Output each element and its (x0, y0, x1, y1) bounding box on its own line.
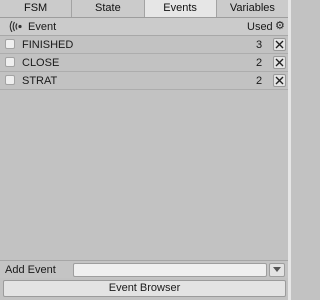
delete-event-button[interactable] (273, 38, 286, 51)
event-name: CLOSE (22, 57, 60, 69)
close-icon (275, 40, 284, 49)
list-item[interactable]: CLOSE 2 (0, 54, 288, 72)
panel-edge (288, 0, 291, 300)
list-item[interactable]: STRAT 2 (0, 72, 288, 90)
add-event-dropdown[interactable] (269, 263, 285, 277)
event-global-checkbox[interactable] (5, 57, 15, 67)
events-header: Event Used ⚙ (0, 18, 288, 36)
event-name: STRAT (22, 75, 58, 87)
add-event-bar: Add Event (0, 260, 288, 278)
delete-event-button[interactable] (273, 56, 286, 69)
tab-variables[interactable]: Variables (217, 0, 288, 17)
delete-event-button[interactable] (273, 74, 286, 87)
event-global-checkbox[interactable] (5, 39, 15, 49)
event-browser-button[interactable]: Event Browser (3, 280, 286, 297)
event-global-checkbox[interactable] (5, 75, 15, 85)
add-event-input[interactable] (73, 263, 267, 277)
event-name: FINISHED (22, 39, 74, 51)
event-used-count: 2 (256, 75, 263, 87)
tab-bar: FSM State Events Variables (0, 0, 288, 18)
event-list: FINISHED 3 CLOSE 2 STRAT 2 (0, 36, 288, 90)
tab-state[interactable]: State (72, 0, 145, 17)
event-used-count: 3 (256, 39, 263, 51)
broadcast-icon (9, 20, 23, 33)
chevron-down-icon (273, 267, 281, 272)
tab-events[interactable]: Events (144, 0, 217, 17)
add-event-label: Add Event (5, 264, 56, 276)
event-column-header: Event (28, 21, 57, 33)
list-item[interactable]: FINISHED 3 (0, 36, 288, 54)
close-icon (275, 58, 284, 67)
close-icon (275, 76, 284, 85)
fsm-inspector-panel: FSM State Events Variables Event Used ⚙ … (0, 0, 288, 300)
event-used-count: 2 (256, 57, 263, 69)
tab-fsm[interactable]: FSM (0, 0, 73, 17)
used-column-header: Used (247, 21, 273, 33)
gear-icon[interactable]: ⚙ (275, 19, 285, 33)
